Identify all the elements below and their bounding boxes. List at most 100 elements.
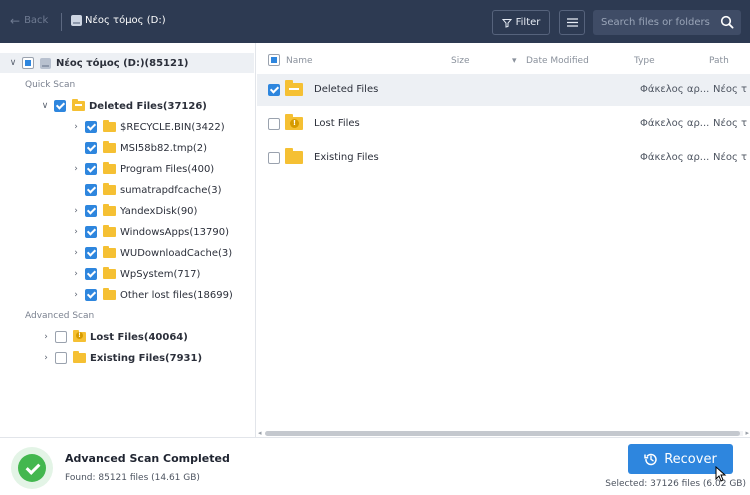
tree-item-msi-tmp[interactable]: MSI58b82.tmp(2) bbox=[71, 138, 207, 158]
tree-item-existing-files[interactable]: › Existing Files(7931) bbox=[41, 348, 202, 368]
row-type: Φάκελος αρ... bbox=[640, 118, 710, 129]
folder-icon bbox=[103, 162, 116, 174]
tree-item-label: Other lost files(18699) bbox=[120, 289, 233, 301]
chevron-right-icon[interactable]: › bbox=[71, 248, 81, 258]
deleted-folder-icon bbox=[285, 80, 303, 96]
tree-item-label: WindowsApps(13790) bbox=[120, 226, 229, 238]
chevron-right-icon[interactable]: › bbox=[71, 122, 81, 132]
filter-button[interactable]: Filter bbox=[492, 10, 550, 35]
folder-icon bbox=[103, 267, 116, 279]
chevron-down-icon[interactable]: ∨ bbox=[8, 58, 18, 68]
tree-item-deleted-files[interactable]: ∨ Deleted Files(37126) bbox=[40, 96, 207, 116]
sort-down-icon: ▾ bbox=[512, 56, 517, 66]
tree-item-checkbox[interactable] bbox=[85, 226, 97, 238]
root-checkbox[interactable] bbox=[22, 57, 34, 69]
tree-item-label: Program Files(400) bbox=[120, 163, 215, 175]
folder-tree: ∨ Νέος τόμος (D:)(85121) Quick Scan ∨ De… bbox=[0, 43, 256, 437]
scroll-right-icon[interactable]: ▸ bbox=[745, 429, 749, 437]
back-arrow-icon: ← bbox=[10, 13, 21, 28]
search-input[interactable] bbox=[593, 10, 713, 35]
tree-root-drive[interactable]: ∨ Νέος τόμος (D:)(85121) bbox=[0, 53, 254, 73]
chevron-right-icon[interactable]: › bbox=[71, 164, 81, 174]
list-row-lost-files[interactable]: Lost Files Φάκελος αρ... Νέος τ bbox=[257, 108, 750, 140]
mouse-cursor-icon bbox=[715, 466, 727, 482]
tree-item-checkbox[interactable] bbox=[85, 247, 97, 259]
row-checkbox[interactable] bbox=[268, 84, 280, 96]
scroll-left-icon[interactable]: ◂ bbox=[258, 429, 262, 437]
chevron-right-icon[interactable]: › bbox=[71, 290, 81, 300]
quick-scan-heading: Quick Scan bbox=[25, 80, 76, 90]
folder-icon bbox=[103, 183, 116, 195]
tree-item-lost-files[interactable]: › Lost Files(40064) bbox=[41, 327, 188, 347]
column-name[interactable]: Name bbox=[286, 56, 313, 66]
drive-icon bbox=[40, 57, 51, 69]
list-row-existing-files[interactable]: Existing Files Φάκελος αρ... Νέος τ bbox=[257, 142, 750, 174]
row-checkbox[interactable] bbox=[268, 152, 280, 164]
row-path: Νέος τ bbox=[713, 118, 748, 129]
select-all-checkbox[interactable] bbox=[268, 54, 280, 66]
breadcrumb-location[interactable]: Νέος τόμος (D:) bbox=[85, 15, 166, 26]
folder-icon bbox=[103, 204, 116, 216]
drive-icon bbox=[71, 15, 82, 26]
chevron-right-icon[interactable]: › bbox=[71, 206, 81, 216]
recover-label: Recover bbox=[664, 451, 717, 467]
deleted-files-label: Deleted Files(37126) bbox=[89, 100, 207, 112]
scan-status-title: Advanced Scan Completed bbox=[65, 452, 230, 465]
tree-item-sumatrapdfcache[interactable]: sumatrapdfcache(3) bbox=[71, 180, 222, 200]
tree-item-checkbox[interactable] bbox=[85, 268, 97, 280]
list-header: Name Size ▾ Date Modified Type Path bbox=[257, 51, 750, 71]
row-name: Deleted Files bbox=[314, 84, 379, 95]
tree-item-checkbox[interactable] bbox=[85, 184, 97, 196]
row-type: Φάκελος αρ... bbox=[640, 84, 710, 95]
tree-item-wudownloadcache[interactable]: › WUDownloadCache(3) bbox=[71, 243, 232, 263]
chevron-right-icon[interactable]: › bbox=[41, 332, 51, 342]
lost-folder-icon bbox=[285, 114, 303, 130]
existing-files-label: Existing Files(7931) bbox=[90, 352, 203, 364]
row-name: Existing Files bbox=[314, 152, 379, 163]
existing-files-checkbox[interactable] bbox=[55, 352, 67, 364]
tree-item-other-lost-files[interactable]: › Other lost files(18699) bbox=[71, 285, 233, 305]
list-row-deleted-files[interactable]: Deleted Files Φάκελος αρ... Νέος τ bbox=[257, 74, 750, 106]
root-label: Νέος τόμος (D:)(85121) bbox=[56, 57, 189, 69]
column-size[interactable]: Size bbox=[451, 56, 469, 66]
chevron-right-icon[interactable]: › bbox=[71, 227, 81, 237]
search-icon[interactable] bbox=[720, 15, 734, 29]
tree-item-checkbox[interactable] bbox=[85, 289, 97, 301]
folder-icon bbox=[103, 120, 116, 132]
column-date-modified[interactable]: Date Modified bbox=[526, 56, 589, 66]
search-box bbox=[593, 10, 741, 35]
scrollbar-thumb[interactable] bbox=[265, 431, 740, 436]
chevron-right-icon[interactable]: › bbox=[41, 353, 51, 363]
back-button[interactable]: ← Back bbox=[10, 13, 48, 28]
column-type[interactable]: Type bbox=[634, 56, 655, 66]
deleted-files-checkbox[interactable] bbox=[54, 100, 66, 112]
chevron-right-icon[interactable]: › bbox=[71, 269, 81, 279]
folder-icon bbox=[103, 141, 116, 153]
column-path[interactable]: Path bbox=[709, 56, 729, 66]
row-name: Lost Files bbox=[314, 118, 360, 129]
tree-item-checkbox[interactable] bbox=[85, 163, 97, 175]
tree-item-yandexdisk[interactable]: › YandexDisk(90) bbox=[71, 201, 197, 221]
top-toolbar: ← Back Νέος τόμος (D:) Filter bbox=[0, 0, 750, 43]
lost-files-checkbox[interactable] bbox=[55, 331, 67, 343]
row-checkbox[interactable] bbox=[268, 118, 280, 130]
checkmark-icon bbox=[11, 447, 53, 489]
deleted-folder-icon bbox=[72, 99, 85, 111]
tree-item-recycle-bin[interactable]: › $RECYCLE.BIN(3422) bbox=[71, 117, 225, 137]
folder-icon bbox=[285, 148, 303, 164]
tree-item-checkbox[interactable] bbox=[85, 142, 97, 154]
view-menu-button[interactable] bbox=[559, 10, 585, 35]
tree-item-checkbox[interactable] bbox=[85, 205, 97, 217]
tree-item-checkbox[interactable] bbox=[85, 121, 97, 133]
tree-item-windowsapps[interactable]: › WindowsApps(13790) bbox=[71, 222, 229, 242]
tree-item-label: WUDownloadCache(3) bbox=[120, 247, 233, 259]
row-type: Φάκελος αρ... bbox=[640, 152, 710, 163]
tree-item-label: YandexDisk(90) bbox=[120, 205, 198, 217]
folder-icon bbox=[103, 246, 116, 258]
tree-item-wpsystem[interactable]: › WpSystem(717) bbox=[71, 264, 200, 284]
tree-item-label: MSI58b82.tmp(2) bbox=[120, 142, 208, 154]
chevron-down-icon[interactable]: ∨ bbox=[40, 101, 50, 111]
horizontal-scrollbar[interactable]: ◂ ▸ bbox=[257, 429, 750, 437]
breadcrumb: Νέος τόμος (D:) bbox=[71, 15, 166, 26]
tree-item-program-files[interactable]: › Program Files(400) bbox=[71, 159, 214, 179]
